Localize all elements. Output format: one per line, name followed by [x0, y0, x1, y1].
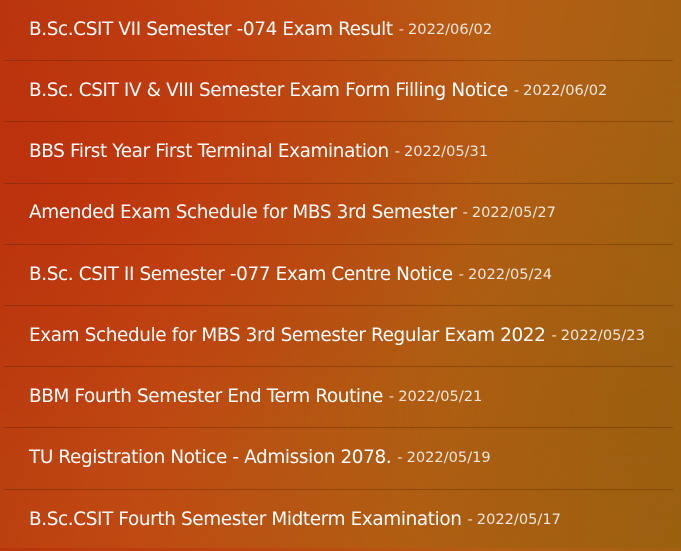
- notice-title-link[interactable]: B.Sc.CSIT Fourth Semester Midterm Examin…: [29, 510, 462, 529]
- notice-date: 2022/06/02: [408, 20, 493, 38]
- list-item[interactable]: B.Sc. CSIT IV & VIII Semester Exam Form …: [4, 61, 673, 123]
- list-item[interactable]: B.Sc.CSIT VII Semester -074 Exam Result …: [4, 0, 673, 62]
- date-separator: -: [513, 81, 520, 99]
- date-separator: -: [397, 449, 403, 467]
- notice-date: 2022/05/31: [404, 143, 489, 161]
- notice-title-link[interactable]: B.Sc. CSIT II Semester -077 Exam Centre …: [29, 265, 453, 284]
- date-separator: -: [551, 326, 557, 344]
- notice-list: B.Sc.CSIT VII Semester -074 Exam Result …: [0, 0, 681, 548]
- notice-date: 2022/05/17: [476, 510, 561, 528]
- notice-date: 2022/05/19: [406, 449, 491, 467]
- notice-title-link[interactable]: B.Sc. CSIT IV & VIII Semester Exam Form …: [29, 81, 508, 100]
- list-item[interactable]: BBS First Year First Terminal Examinatio…: [4, 122, 673, 184]
- list-item[interactable]: TU Registration Notice - Admission 2078.…: [4, 428, 673, 490]
- notice-date: 2022/05/23: [560, 326, 645, 344]
- notice-date: 2022/05/21: [398, 387, 483, 405]
- list-item[interactable]: Amended Exam Schedule for MBS 3rd Semest…: [4, 184, 673, 245]
- date-separator: -: [388, 387, 395, 405]
- list-item[interactable]: B.Sc.CSIT Fourth Semester Midterm Examin…: [4, 490, 673, 551]
- date-separator: -: [467, 510, 473, 528]
- list-item[interactable]: B.Sc. CSIT II Semester -077 Exam Centre …: [4, 245, 673, 306]
- notice-title-link[interactable]: BBS First Year First Terminal Examinatio…: [29, 142, 389, 161]
- date-separator: -: [398, 20, 404, 38]
- notice-date: 2022/05/24: [467, 265, 553, 283]
- date-separator: -: [462, 204, 468, 222]
- notice-title-link[interactable]: BBM Fourth Semester End Term Routine: [29, 387, 383, 406]
- notice-title-link[interactable]: B.Sc.CSIT VII Semester -074 Exam Result: [29, 20, 393, 39]
- list-item[interactable]: Exam Schedule for MBS 3rd Semester Regul…: [4, 306, 673, 368]
- notice-title-link[interactable]: TU Registration Notice - Admission 2078.: [29, 448, 392, 467]
- date-separator: -: [458, 265, 464, 283]
- notice-title-link[interactable]: Amended Exam Schedule for MBS 3rd Semest…: [29, 204, 457, 223]
- notice-date: 2022/06/02: [523, 81, 608, 99]
- notice-date: 2022/05/27: [471, 204, 556, 222]
- notice-title-link[interactable]: Exam Schedule for MBS 3rd Semester Regul…: [29, 326, 546, 345]
- list-item[interactable]: BBM Fourth Semester End Term Routine - 2…: [4, 367, 673, 429]
- date-separator: -: [394, 143, 401, 161]
